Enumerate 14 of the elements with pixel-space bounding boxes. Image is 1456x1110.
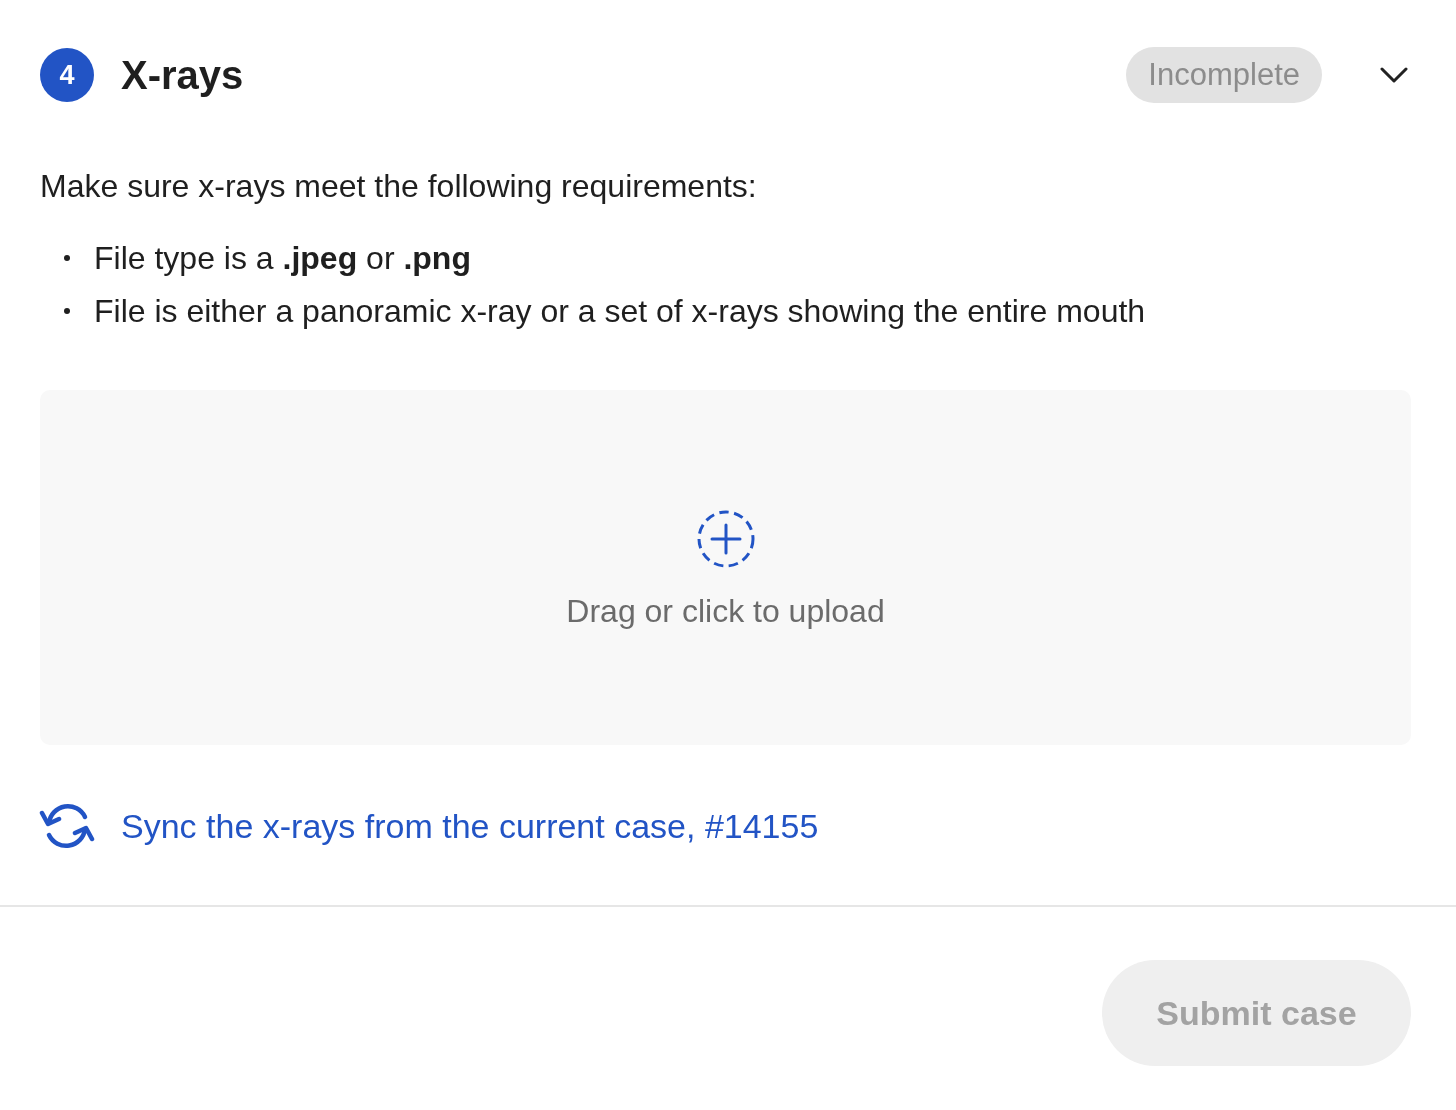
upload-dropzone[interactable]: Drag or click to upload [40,390,1411,745]
chevron-icon[interactable] [1380,67,1408,83]
bullet-icon [64,254,70,261]
status-badge: Incomplete [1126,47,1322,103]
step-number: 4 [40,48,94,102]
section-title: X-rays [121,52,244,99]
instructions-text: Make sure x-rays meet the following requirements: [40,167,758,206]
upload-hint: Drag or click to upload [566,592,885,631]
requirement-text: File type is a .jpeg or .png [94,238,471,278]
sync-icon [39,802,95,850]
bullet-icon [64,307,70,314]
requirement-text: File is either a panoramic x-ray or a set of x-rays showing the entire mouth [94,291,1146,331]
sync-link[interactable]: Sync the x-rays from the current case, #14155 [40,802,819,850]
add-icon [696,510,755,568]
